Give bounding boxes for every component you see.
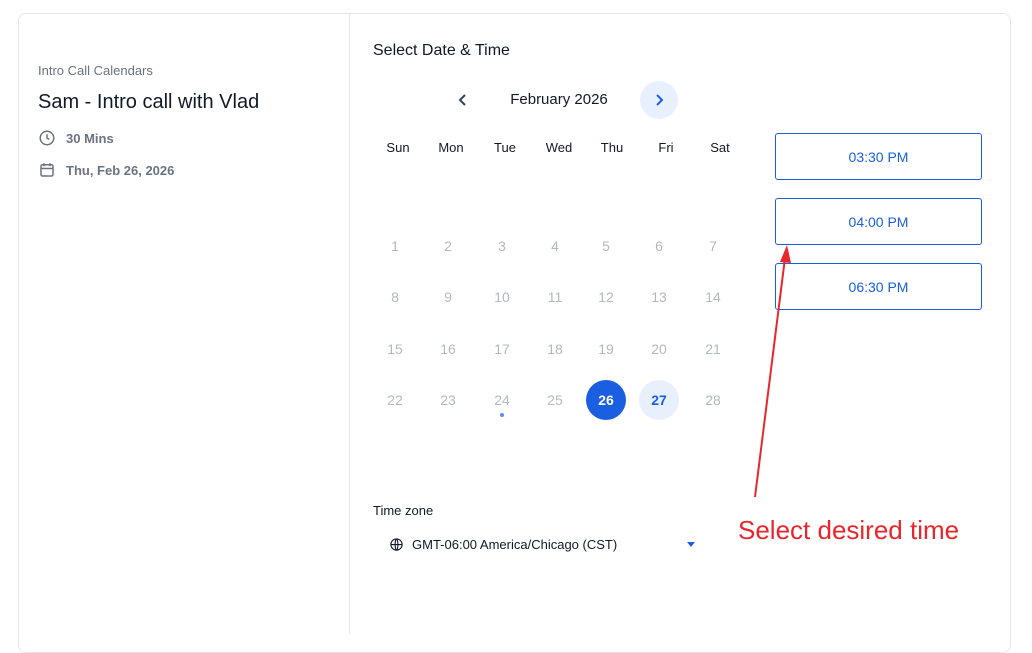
globe-icon xyxy=(390,537,403,551)
day-18: 18 xyxy=(547,341,563,357)
date-text: Thu, Feb 26, 2026 xyxy=(66,162,175,178)
event-title: Sam - Intro call with Vlad xyxy=(38,91,260,113)
month-label: February 2026 xyxy=(510,91,608,108)
weekday-wed: Wed xyxy=(545,140,573,155)
day-3: 3 xyxy=(498,238,506,254)
day-1: 1 xyxy=(391,238,399,254)
weekday-tue: Tue xyxy=(494,140,516,155)
day-22: 22 xyxy=(387,392,403,408)
day-26[interactable]: 26 xyxy=(586,380,626,420)
day-12: 12 xyxy=(598,289,614,305)
annotation-text: Select desired time xyxy=(738,515,960,545)
day-8: 8 xyxy=(391,289,399,305)
day-14: 14 xyxy=(705,289,721,305)
day-28: 28 xyxy=(705,392,721,408)
duration-text: 30 Mins xyxy=(66,130,114,146)
date-row: Thu, Feb 26, 2026 xyxy=(38,161,174,179)
time-slot-3[interactable]: 06:30 PM xyxy=(775,263,982,310)
day-27[interactable]: 27 xyxy=(639,380,679,420)
calendar-icon xyxy=(40,163,54,177)
day-11: 11 xyxy=(547,289,563,305)
day-15: 15 xyxy=(387,341,403,357)
chevron-left-icon xyxy=(458,94,466,106)
duration-row: 30 Mins xyxy=(38,129,114,147)
day-10: 10 xyxy=(494,289,510,305)
panel-divider xyxy=(349,14,350,634)
next-month-button[interactable] xyxy=(640,81,678,119)
timezone-label: Time zone xyxy=(373,503,434,518)
day-13: 13 xyxy=(651,289,667,305)
day-19: 19 xyxy=(598,341,614,357)
weekday-sat: Sat xyxy=(710,140,730,155)
day-20: 20 xyxy=(651,341,667,357)
day-6: 6 xyxy=(655,238,663,254)
day-4: 4 xyxy=(551,238,559,254)
prev-month-button[interactable] xyxy=(444,81,482,119)
timezone-value: GMT-06:00 America/Chicago (CST) xyxy=(412,536,618,552)
day-23: 23 xyxy=(440,392,456,408)
day-7: 7 xyxy=(709,238,717,254)
time-slot-2[interactable]: 04:00 PM xyxy=(775,198,982,245)
day-2: 2 xyxy=(444,238,452,254)
weekday-mon: Mon xyxy=(438,140,464,155)
section-title: Select Date & Time xyxy=(373,42,510,59)
day-16: 16 xyxy=(440,341,456,357)
time-slot-1[interactable]: 03:30 PM xyxy=(775,133,982,180)
day-9: 9 xyxy=(444,289,452,305)
timezone-select[interactable]: GMT-06:00 America/Chicago (CST) xyxy=(385,530,700,558)
day-17: 17 xyxy=(494,341,510,357)
today-marker-dot xyxy=(500,413,504,417)
calendar-name: Intro Call Calendars xyxy=(38,63,153,78)
day-5: 5 xyxy=(602,238,610,254)
weekday-thu: Thu xyxy=(600,140,624,155)
weekday-sun: Sun xyxy=(386,140,410,155)
caret-down-icon xyxy=(687,542,695,547)
chevron-right-icon xyxy=(656,94,664,106)
day-21: 21 xyxy=(705,341,721,357)
day-25: 25 xyxy=(547,392,563,408)
clock-icon xyxy=(39,130,55,146)
weekday-fri: Fri xyxy=(658,140,674,155)
